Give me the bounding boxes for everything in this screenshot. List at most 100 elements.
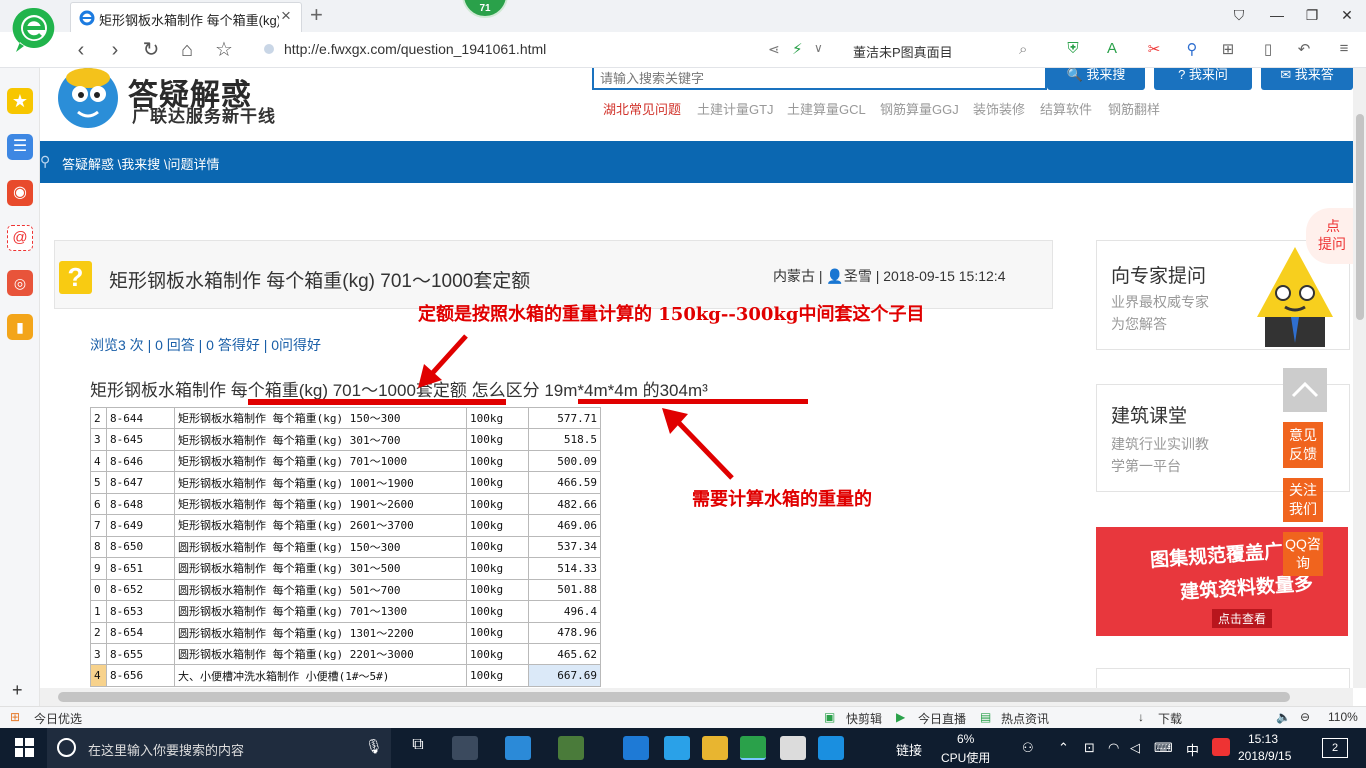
ie-icon[interactable]	[664, 736, 690, 760]
volume-icon[interactable]: 🔈	[1276, 710, 1291, 724]
breadcrumb[interactable]: 答疑解惑 \我来搜 \问题详情	[62, 154, 219, 173]
category-link[interactable]: 土建算量GCL	[787, 99, 866, 118]
task-view-icon[interactable]: ⧉	[405, 736, 431, 760]
action-center-icon[interactable]: 2	[1322, 738, 1348, 758]
back-to-top-button[interactable]	[1283, 368, 1327, 412]
tablet-icon[interactable]: ▯	[1256, 40, 1280, 58]
status-link[interactable]: 今日直播	[918, 710, 966, 727]
qq-button[interactable]: QQ咨询	[1283, 532, 1323, 576]
status-link[interactable]: 下载	[1158, 710, 1182, 727]
floating-ask-widget[interactable]: 点 提问	[1306, 208, 1353, 264]
category-link[interactable]: 湖北常见问题	[603, 99, 681, 118]
minimize-icon[interactable]: —	[1262, 4, 1292, 26]
share-icon[interactable]: ⋖	[768, 41, 780, 58]
reload-icon[interactable]: ↻	[138, 37, 164, 63]
taskbar-search-input[interactable]: 在这里输入你要搜索的内容 🎙	[47, 728, 391, 768]
status-today-picks[interactable]: 今日优选	[34, 710, 82, 727]
clock-time[interactable]: 15:13	[1248, 732, 1278, 746]
ad-link[interactable]: 点击查看	[1212, 609, 1273, 628]
category-link[interactable]: 钢筋算量GGJ	[880, 99, 959, 118]
windows-taskbar: 在这里输入你要搜索的内容 🎙 ⧉ 链接 6% CPU使用 ⚇ ⌃ ⊡ ◠ ◁ ⌨…	[0, 728, 1366, 768]
home-icon[interactable]: ⌂	[174, 37, 200, 63]
row-index: 2	[90, 406, 107, 430]
folder-icon[interactable]	[702, 736, 728, 760]
zoom-level[interactable]: 110%	[1328, 710, 1358, 724]
site-logo[interactable]: 答疑解惑 广联达服务新干线	[40, 68, 300, 140]
sogou-icon[interactable]	[1212, 738, 1230, 756]
ime-indicator[interactable]: 中	[1186, 740, 1199, 759]
shirt-icon[interactable]: ⛉	[1224, 4, 1254, 26]
app-icon[interactable]	[558, 736, 584, 760]
magnifier-icon[interactable]: ⚲	[1180, 40, 1204, 58]
people-icon[interactable]: ⚇	[1022, 740, 1034, 756]
vertical-scrollbar[interactable]	[1353, 68, 1366, 688]
menu-icon[interactable]: ≡	[1332, 40, 1356, 57]
network-icon[interactable]: ⊡	[1084, 740, 1095, 756]
browser-tab[interactable]: 矩形钢板水箱制作 每个箱重(kg) 701～1000套定额 怎么区分 19m*4…	[70, 2, 302, 32]
360-browser-task-icon[interactable]	[740, 736, 766, 760]
notebook-icon[interactable]: ▮	[7, 314, 33, 340]
undo-icon[interactable]: ↶	[1292, 40, 1316, 58]
ask-button[interactable]: ? 我来问	[1154, 68, 1252, 90]
mail-icon[interactable]	[780, 736, 806, 760]
category-link[interactable]: 装饰装修	[973, 99, 1025, 118]
search-button[interactable]: 🔍 我来搜	[1047, 68, 1145, 90]
location-pin-icon: ⚲	[40, 153, 51, 169]
zoom-out-icon[interactable]: ⊖	[1300, 710, 1310, 724]
forward-icon[interactable]: ›	[102, 37, 128, 63]
game-icon[interactable]: ◎	[7, 270, 33, 296]
edge-icon[interactable]	[623, 736, 649, 760]
category-link[interactable]: 结算软件	[1040, 99, 1092, 118]
translate-icon[interactable]: A	[1100, 40, 1124, 57]
question-stats[interactable]: 浏览3 次 | 0 回答 | 0 答得好 | 0问得好	[90, 335, 321, 355]
notification-badge[interactable]: 71	[462, 0, 508, 18]
notification-count: 2	[1331, 742, 1339, 754]
email-icon[interactable]: @	[7, 225, 33, 251]
back-icon[interactable]: ‹	[68, 37, 94, 63]
fan-app-icon[interactable]	[452, 736, 478, 760]
restore-icon[interactable]: ❐	[1297, 4, 1327, 26]
quota-table-image: 2 8-644 矩形钢板水箱制作 每个箱重(kg) 150～300 100kg 577.…	[90, 406, 601, 687]
tab-close-icon[interactable]: ×	[281, 6, 291, 26]
tray-link[interactable]: 链接	[896, 740, 922, 759]
tray-up-icon[interactable]: ⌃	[1058, 740, 1069, 756]
taskbar-search-placeholder: 在这里输入你要搜索的内容	[88, 743, 245, 758]
status-link[interactable]: 快剪辑	[846, 710, 882, 727]
news-list-icon[interactable]: ☰	[7, 134, 33, 160]
search-icon[interactable]: ⌕	[1019, 41, 1027, 58]
favorite-star-icon[interactable]: ☆	[211, 37, 237, 63]
chevron-down-icon[interactable]: ∨	[814, 41, 823, 55]
glodon-icon[interactable]	[818, 736, 844, 760]
shield-icon[interactable]: ⛨	[1061, 40, 1085, 57]
category-link[interactable]: 钢筋翻样	[1108, 99, 1160, 118]
browser-search-input[interactable]: 董洁未P图真面目 ⌕	[840, 36, 1045, 64]
row-index: 7	[90, 514, 107, 537]
url-bar[interactable]: http://e.fwxgx.com/question_1941061.html…	[256, 36, 836, 64]
clock-date[interactable]: 2018/9/15	[1238, 749, 1291, 763]
360-browser-logo-icon[interactable]	[12, 6, 56, 56]
answer-button[interactable]: ✉ 我来答	[1261, 68, 1353, 90]
microphone-icon[interactable]: 🎙	[365, 738, 383, 755]
close-window-icon[interactable]: ✕	[1332, 4, 1362, 26]
weibo-icon[interactable]: ◉	[7, 180, 33, 206]
feedback-button[interactable]: 意见反馈	[1283, 422, 1323, 468]
scissors-icon[interactable]: ✂	[1142, 40, 1166, 58]
browser-e-icon[interactable]	[505, 736, 531, 760]
speaker-icon[interactable]: ◁	[1130, 740, 1140, 756]
windows-start-icon[interactable]	[15, 738, 34, 757]
apps-icon[interactable]: ⊞	[1216, 40, 1240, 58]
lightning-icon[interactable]: ⚡	[792, 40, 803, 58]
category-link[interactable]: 土建计量GTJ	[697, 99, 774, 118]
wifi-icon[interactable]: ◠	[1108, 740, 1119, 756]
video-icon: ▣	[824, 710, 836, 724]
new-tab-icon[interactable]: +	[310, 2, 323, 28]
quota-name: 矩形钢板水箱制作 每个箱重(kg) 1001～1900	[174, 471, 467, 494]
site-search-input[interactable]: 请输入搜索关键字	[592, 68, 1047, 90]
follow-button[interactable]: 关注我们	[1283, 478, 1323, 522]
quota-price: 667.69	[528, 664, 601, 687]
keyboard-icon[interactable]: ⌨	[1154, 740, 1173, 756]
status-link[interactable]: 热点资讯	[1001, 710, 1049, 727]
add-sidebar-icon[interactable]: +	[12, 680, 23, 701]
favorites-star-icon[interactable]: ★	[7, 88, 33, 114]
horizontal-scrollbar[interactable]	[40, 688, 1353, 706]
